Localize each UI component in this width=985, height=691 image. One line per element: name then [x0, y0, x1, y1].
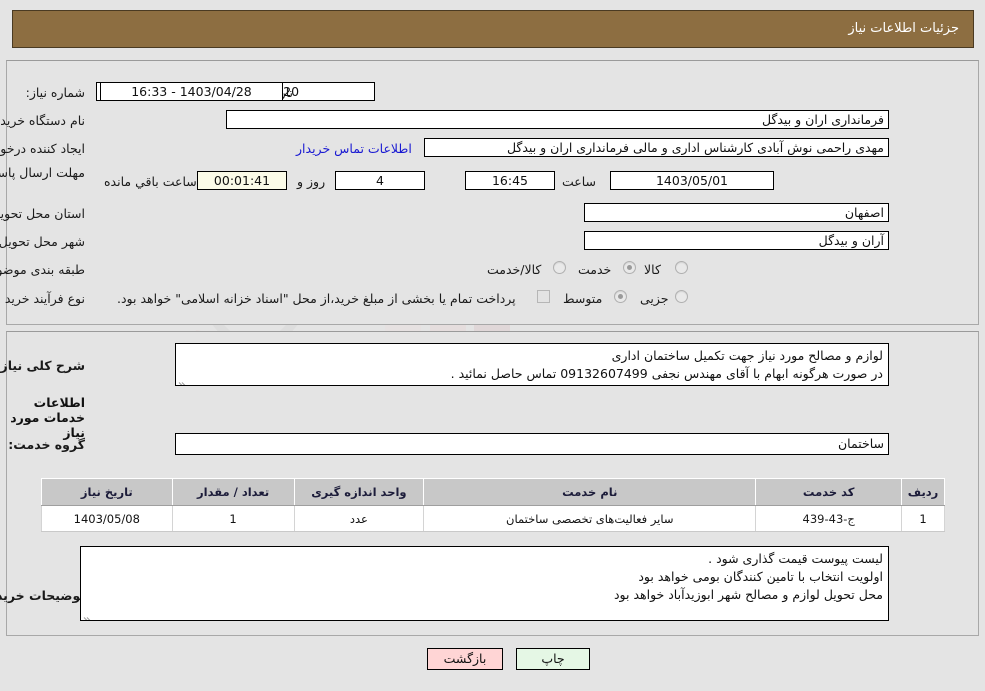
cell-row: 1: [901, 505, 945, 532]
deadline-hour-value: 16:45: [465, 171, 555, 190]
province-value: اصفهان: [584, 203, 889, 222]
category-option-khedmat-label: خدمت: [578, 262, 612, 277]
deadline-label: مهلت ارسال پاسخ: تا تاریخ:: [0, 165, 85, 180]
col-unit: واحد اندازه گیری: [293, 478, 425, 506]
col-date: تاریخ نیاز: [41, 478, 173, 506]
service-group-value: ساختمان: [175, 433, 889, 455]
creator-label: ایجاد کننده درخواست:: [0, 141, 85, 156]
table-row: 1 ج-43-439 سایر فعالیت‌های تخصصی ساختمان…: [41, 505, 945, 532]
buyer-notes-textarea[interactable]: لیست پیوست قیمت گذاری شود . اولویت انتخا…: [80, 546, 889, 621]
buyer-contact-link[interactable]: اطلاعات تماس خریدار: [296, 141, 412, 156]
province-label: استان محل تحویل:: [0, 206, 85, 221]
page-root: AriaTender.net جزئیات اطلاعات نیاز شماره…: [0, 0, 985, 691]
col-code: کد خدمت: [755, 478, 903, 506]
category-option-kala-khedmat-label: کالا/خدمت: [487, 262, 542, 277]
description-textarea[interactable]: لوازم و مصالح مورد نیاز جهت تکمیل ساختما…: [175, 343, 889, 386]
col-name: نام خدمت: [423, 478, 757, 506]
cell-qty: 1: [171, 505, 295, 532]
services-table: ردیف کد خدمت نام خدمت واحد اندازه گیری ت…: [41, 478, 945, 532]
process-radio-motavaset[interactable]: [614, 290, 627, 303]
print-button[interactable]: چاپ: [516, 648, 590, 670]
col-qty: تعداد / مقدار: [171, 478, 295, 506]
buyer-org-value: فرمانداری اران و بیدگل: [226, 110, 889, 129]
services-section-heading: اطلاعات خدمات مورد نیاز: [10, 395, 85, 440]
service-group-label: گروه خدمت:: [8, 437, 85, 452]
deadline-days-label: روز و: [297, 174, 326, 189]
cell-date: 1403/05/08: [41, 505, 173, 532]
category-radio-kala-khedmat[interactable]: [553, 261, 566, 274]
deadline-date-value: 1403/05/01: [610, 171, 774, 190]
cell-code: ج-43-439: [755, 505, 903, 532]
category-radio-kala[interactable]: [675, 261, 688, 274]
table-header-row: ردیف کد خدمت نام خدمت واحد اندازه گیری ت…: [41, 478, 945, 506]
resize-grip-icon: [178, 372, 190, 385]
buyer-org-label: نام دستگاه خریدار:: [0, 113, 85, 128]
public-announce-value: 1403/04/28 - 16:33: [100, 82, 283, 101]
cell-unit: عدد: [293, 505, 425, 532]
treasury-docs-note: پرداخت تمام یا بخشی از مبلغ خرید،از محل …: [117, 291, 516, 306]
back-button[interactable]: بازگشت: [427, 648, 503, 670]
page-title: جزئیات اطلاعات نیاز: [848, 21, 959, 36]
need-number-label: شماره نیاز:: [25, 85, 85, 100]
window-titlebar: جزئیات اطلاعات نیاز: [12, 10, 974, 48]
deadline-countdown-timer: 00:01:41: [197, 171, 287, 190]
deadline-timer-label: ساعت باقي مانده: [104, 174, 197, 189]
buyer-notes-label: توضیحات خریدار:: [0, 588, 85, 603]
treasury-docs-checkbox[interactable]: [537, 290, 550, 303]
resize-grip-icon: [83, 607, 95, 620]
process-radio-jozi[interactable]: [675, 290, 688, 303]
deadline-hour-label: ساعت: [562, 174, 597, 189]
col-row: ردیف: [901, 478, 945, 506]
process-type-label: نوع فرآیند خرید :: [0, 291, 85, 306]
process-option-jozi-label: جزیی: [640, 291, 669, 306]
description-label: شرح کلی نیاز:: [0, 358, 85, 373]
category-radio-khedmat[interactable]: [623, 261, 636, 274]
city-value: آران و بیدگل: [584, 231, 889, 250]
cell-name: سایر فعالیت‌های تخصصی ساختمان: [423, 505, 757, 532]
creator-value: مهدی راحمی نوش آبادی کارشناس اداری و مال…: [424, 138, 889, 157]
category-option-kala-label: کالا: [644, 262, 661, 277]
city-label: شهر محل تحویل:: [0, 234, 85, 249]
category-label: طبقه بندی موضوعی:: [0, 262, 85, 277]
process-option-motavaset-label: متوسط: [563, 291, 603, 306]
deadline-days-value: 4: [335, 171, 425, 190]
